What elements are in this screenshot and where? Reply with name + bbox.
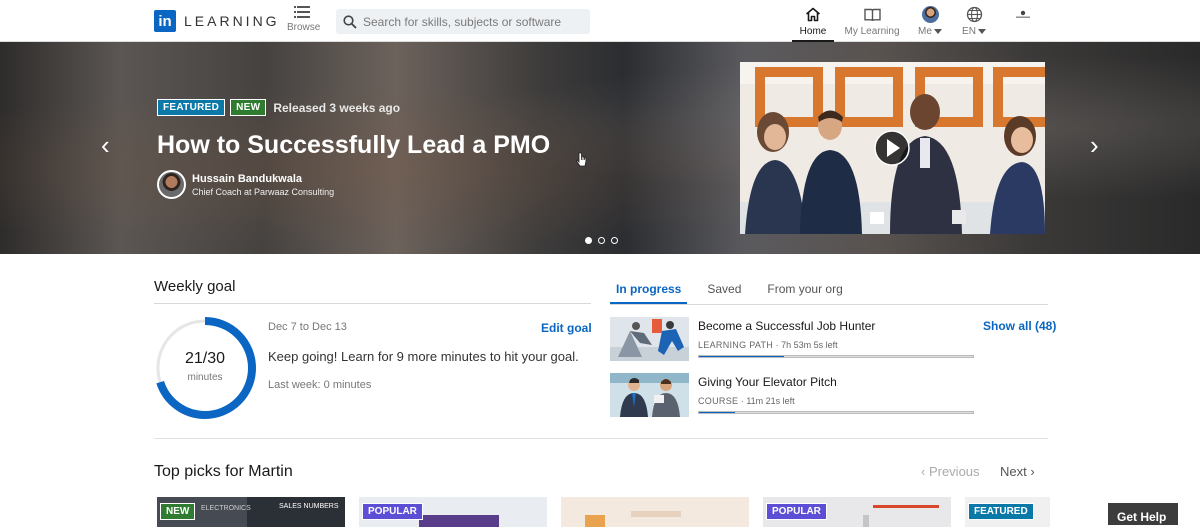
- linkedin-logo-icon: in: [154, 10, 176, 32]
- hero-course-title[interactable]: How to Successfully Lead a PMO: [157, 131, 550, 160]
- mouse-pointer-icon: [576, 152, 587, 167]
- carousel-dot[interactable]: [598, 237, 605, 244]
- previous-button[interactable]: ‹ Previous: [921, 464, 980, 479]
- weekly-goal-heading: Weekly goal: [154, 278, 236, 295]
- course-thumbnail: [610, 317, 689, 361]
- course-meta: LEARNING PATH · 7h 53m 5s left: [698, 340, 838, 350]
- popular-badge: POPULAR: [766, 503, 827, 520]
- new-badge: NEW: [160, 503, 196, 520]
- play-button-icon: [874, 130, 910, 166]
- course-time-left: 7h 53m 5s left: [781, 340, 838, 350]
- caret-down-icon: [977, 28, 986, 34]
- organization-logo-icon: [1016, 10, 1030, 18]
- user-avatar: [921, 6, 939, 23]
- next-button[interactable]: Next ›: [1000, 464, 1035, 479]
- nav-my-learning[interactable]: My Learning: [843, 5, 901, 37]
- nav-my-learning-label: My Learning: [844, 26, 900, 37]
- last-week-summary: Last week: 0 minutes: [268, 379, 372, 391]
- carousel-dot[interactable]: [585, 237, 592, 244]
- caret-down-icon: [933, 28, 942, 34]
- course-title[interactable]: Become a Successful Job Hunter: [698, 319, 875, 333]
- course-card[interactable]: FEATURED: [965, 497, 1050, 527]
- course-card[interactable]: POPULAR: [359, 497, 547, 527]
- carousel-dot[interactable]: [611, 237, 618, 244]
- weekly-goal-progress-ring: [154, 317, 256, 419]
- divider: [154, 303, 591, 304]
- goal-progress-value: 21/30: [184, 350, 226, 367]
- featured-course-carousel: ‹ FEATURED NEW Released 3 weeks ago How …: [0, 42, 1200, 254]
- top-navigation: in LEARNING Browse Home My Learning Me E…: [0, 0, 1200, 42]
- featured-badge: FEATURED: [968, 503, 1034, 520]
- hero-badges: FEATURED NEW Released 3 weeks ago: [157, 99, 400, 116]
- carousel-prev-arrow[interactable]: ‹: [101, 132, 110, 158]
- carousel-next-arrow[interactable]: ›: [1090, 132, 1099, 158]
- nav-me-label: Me: [918, 26, 932, 37]
- book-icon: [863, 8, 881, 21]
- author-avatar: [157, 170, 186, 199]
- nav-language-menu[interactable]: EN: [958, 5, 990, 37]
- learning-tabs: In progress Saved From your org: [610, 275, 1048, 305]
- search-icon: [343, 14, 357, 29]
- author-name: Hussain Bandukwala: [192, 172, 303, 185]
- nav-language-label: EN: [962, 26, 976, 37]
- course-title[interactable]: Giving Your Elevator Pitch: [698, 375, 837, 389]
- carousel-indicators: [585, 237, 624, 244]
- featured-badge: FEATURED: [157, 99, 226, 116]
- hero-author[interactable]: Hussain Bandukwala Chief Coach at Parwaa…: [157, 170, 334, 199]
- author-role: Chief Coach at Parwaaz Consulting: [192, 186, 335, 197]
- meeting-photo: [740, 62, 1045, 234]
- course-card[interactable]: POPULAR: [763, 497, 951, 527]
- globe-icon: [966, 6, 982, 23]
- course-card[interactable]: ELECTRONICS SALES NUMBERS NEW: [157, 497, 345, 527]
- list-menu-icon: [294, 6, 310, 19]
- browse-label: Browse: [287, 22, 321, 33]
- linkedin-learning-logo[interactable]: in LEARNING: [154, 10, 280, 32]
- card-caption: SALES NUMBERS: [279, 503, 339, 510]
- course-meta: COURSE · 11m 21s left: [698, 396, 795, 406]
- nav-me-menu[interactable]: Me: [914, 5, 946, 37]
- browse-button[interactable]: Browse: [287, 6, 321, 33]
- release-date: Released 3 weeks ago: [273, 100, 401, 115]
- tab-from-your-org[interactable]: From your org: [761, 275, 848, 304]
- search-bar[interactable]: [336, 9, 590, 34]
- nav-home[interactable]: Home: [792, 5, 834, 42]
- new-badge: NEW: [230, 99, 267, 116]
- goal-progress-unit: minutes: [187, 372, 223, 383]
- course-type: LEARNING PATH: [698, 340, 774, 350]
- course-type: COURSE: [698, 396, 739, 406]
- in-progress-item[interactable]: Giving Your Elevator Pitch COURSE · 11m …: [610, 373, 990, 419]
- card-caption: ELECTRONICS: [201, 505, 251, 512]
- show-all-link[interactable]: Show all (48): [983, 319, 1056, 333]
- previous-label: Previous: [928, 464, 980, 479]
- goal-date-range: Dec 7 to Dec 13: [268, 321, 347, 333]
- hero-course-thumbnail[interactable]: [740, 62, 1045, 234]
- course-progress-bar: [698, 411, 974, 414]
- organization-logo[interactable]: [1010, 5, 1036, 24]
- edit-goal-link[interactable]: Edit goal: [541, 321, 592, 335]
- course-time-left: 11m 21s left: [746, 396, 795, 406]
- top-picks-heading: Top picks for Martin: [154, 463, 293, 480]
- goal-message: Keep going! Learn for 9 more minutes to …: [268, 349, 579, 364]
- next-label: Next: [1000, 464, 1027, 479]
- divider: [154, 438, 1048, 439]
- in-progress-item[interactable]: Become a Successful Job Hunter LEARNING …: [610, 317, 990, 363]
- popular-badge: POPULAR: [362, 503, 423, 520]
- home-icon: [805, 7, 821, 22]
- course-progress-bar: [698, 355, 974, 358]
- course-thumbnail: [610, 373, 689, 417]
- nav-home-label: Home: [799, 26, 827, 37]
- tab-saved[interactable]: Saved: [701, 275, 747, 304]
- search-input[interactable]: [363, 14, 583, 29]
- logo-text: LEARNING: [184, 13, 280, 29]
- course-card[interactable]: [561, 497, 749, 527]
- tab-in-progress[interactable]: In progress: [610, 275, 688, 304]
